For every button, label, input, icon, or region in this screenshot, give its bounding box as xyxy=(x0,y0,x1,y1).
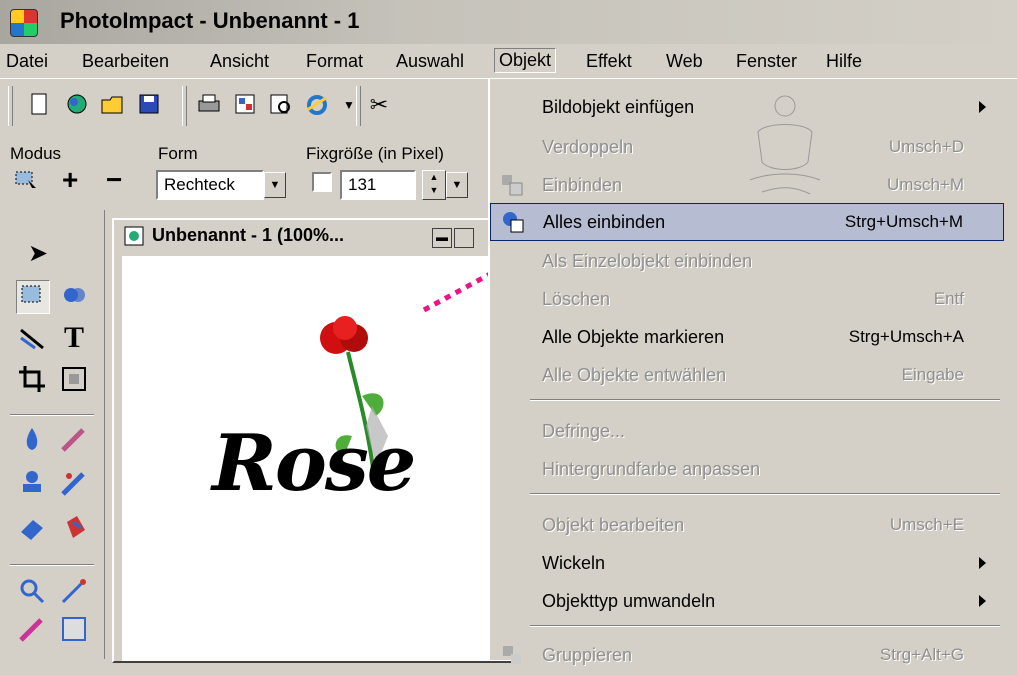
lasso-tool-icon[interactable] xyxy=(58,280,90,312)
selection-tool-icon[interactable] xyxy=(16,280,50,314)
menu-ansicht[interactable]: Ansicht xyxy=(210,51,269,72)
line-tool-icon[interactable] xyxy=(16,324,48,356)
cut-icon[interactable]: ✂ xyxy=(366,92,392,118)
submenu-arrow-icon xyxy=(979,101,986,113)
new-file-icon[interactable] xyxy=(26,92,52,118)
document-title: Unbenannt - 1 (100%... xyxy=(152,225,345,245)
menu-item-alle-objekte-entwaehlen[interactable]: Alle Objekte entwählen Eingabe xyxy=(490,357,1004,395)
menu-hilfe[interactable]: Hilfe xyxy=(826,51,862,72)
eraser-tool-icon[interactable] xyxy=(16,512,48,544)
print-icon[interactable] xyxy=(196,92,222,118)
menu-item-gruppieren[interactable]: Gruppieren Strg+Alt+G xyxy=(490,637,1004,675)
stamp-tool-icon[interactable] xyxy=(16,468,48,500)
toolbar-separator xyxy=(356,86,361,126)
menu-auswahl[interactable]: Auswahl xyxy=(396,51,464,72)
menu-item-objekttyp-umwandeln[interactable]: Objekttyp umwandeln xyxy=(490,583,1004,621)
menu-datei[interactable]: Datei xyxy=(6,51,48,72)
menu-effekt[interactable]: Effekt xyxy=(586,51,632,72)
size-dropdown-button[interactable]: ▼ xyxy=(446,172,468,198)
size-spinner[interactable]: ▲ ▼ xyxy=(422,170,446,200)
print-preview-icon[interactable] xyxy=(232,92,258,118)
tool-separator xyxy=(10,564,94,566)
modus-label: Modus xyxy=(10,144,62,163)
form-select-value: Rechteck xyxy=(164,175,235,194)
color-picker-icon[interactable] xyxy=(58,576,90,608)
menu-web[interactable]: Web xyxy=(666,51,703,72)
photoimpact-icon xyxy=(10,9,38,37)
selection-mode-icon[interactable] xyxy=(14,168,40,194)
submenu-arrow-icon xyxy=(979,557,986,569)
internet-explorer-icon[interactable] xyxy=(304,92,330,118)
menu-objekt[interactable]: Objekt xyxy=(494,48,557,73)
menu-fenster[interactable]: Fenster xyxy=(736,51,797,72)
preview-icon[interactable] xyxy=(268,92,294,118)
menu-bar: Datei Bearbeiten Ansicht Format Auswahl … xyxy=(0,44,1017,79)
menu-item-wickeln[interactable]: Wickeln xyxy=(490,545,1004,583)
form-select[interactable]: Rechteck xyxy=(156,170,264,200)
pick-tool-icon[interactable]: ➤ xyxy=(22,238,54,270)
menu-separator xyxy=(530,625,1000,627)
title-bar: PhotoImpact - Unbenannt - 1 xyxy=(0,0,1017,44)
menu-item-objekt-bearbeiten[interactable]: Objekt bearbeiten Umsch+E xyxy=(490,507,1004,545)
gruppieren-icon xyxy=(503,646,521,664)
rose-text: Rose xyxy=(212,418,416,509)
menu-item-hintergrundfarbe-anpassen[interactable]: Hintergrundfarbe anpassen xyxy=(490,451,1004,489)
path-tool-icon[interactable] xyxy=(16,614,48,646)
menu-item-alle-objekte-markieren[interactable]: Alle Objekte markieren Strg+Umsch+A xyxy=(490,319,1004,357)
dropper-fill-icon[interactable] xyxy=(16,424,48,456)
menu-separator xyxy=(530,493,1000,495)
einbinden-icon xyxy=(502,175,523,196)
window-title: PhotoImpact - Unbenannt - 1 xyxy=(60,8,360,33)
form-dropdown-button[interactable]: ▼ xyxy=(264,172,286,198)
add-mode-icon[interactable]: + xyxy=(62,164,78,196)
size-input-value: 131 xyxy=(348,175,377,194)
alles-einbinden-icon xyxy=(503,212,524,233)
text-tool-icon[interactable]: T xyxy=(58,322,90,354)
retouch-tool-icon[interactable] xyxy=(58,468,90,500)
form-label: Form xyxy=(158,144,198,163)
menu-format[interactable]: Format xyxy=(306,51,363,72)
toolbar-grip[interactable] xyxy=(8,86,13,126)
submenu-arrow-icon xyxy=(979,595,986,607)
open-folder-icon[interactable] xyxy=(100,92,126,118)
zoom-tool-icon[interactable] xyxy=(16,576,48,608)
subtract-mode-icon[interactable]: − xyxy=(106,164,122,196)
fill-bucket-icon[interactable] xyxy=(58,512,90,544)
watermark-logo xyxy=(749,95,821,195)
path-edit-icon[interactable] xyxy=(58,614,90,646)
brush-tool-icon[interactable] xyxy=(58,424,90,456)
save-icon[interactable] xyxy=(136,92,162,118)
tool-panel: ➤ T xyxy=(0,210,105,659)
globe-open-icon[interactable] xyxy=(64,92,90,118)
size-input[interactable]: 131 xyxy=(340,170,416,200)
menu-separator xyxy=(530,399,1000,401)
menu-bearbeiten[interactable]: Bearbeiten xyxy=(82,51,169,72)
fixsize-label: Fixgröße (in Pixel) xyxy=(306,144,444,163)
crop-tool-icon[interactable] xyxy=(16,364,48,396)
toolbar-separator xyxy=(182,86,187,126)
menu-item-als-einzelobjekt-einbinden[interactable]: Als Einzelobjekt einbinden xyxy=(490,243,1004,281)
document-icon xyxy=(124,226,144,246)
menu-item-defringe[interactable]: Defringe... xyxy=(490,413,1004,451)
menu-item-loeschen[interactable]: Löschen Entf xyxy=(490,281,1004,319)
fixsize-checkbox[interactable] xyxy=(312,172,332,192)
transform-tool-icon[interactable] xyxy=(58,364,90,396)
tool-separator xyxy=(10,414,94,416)
